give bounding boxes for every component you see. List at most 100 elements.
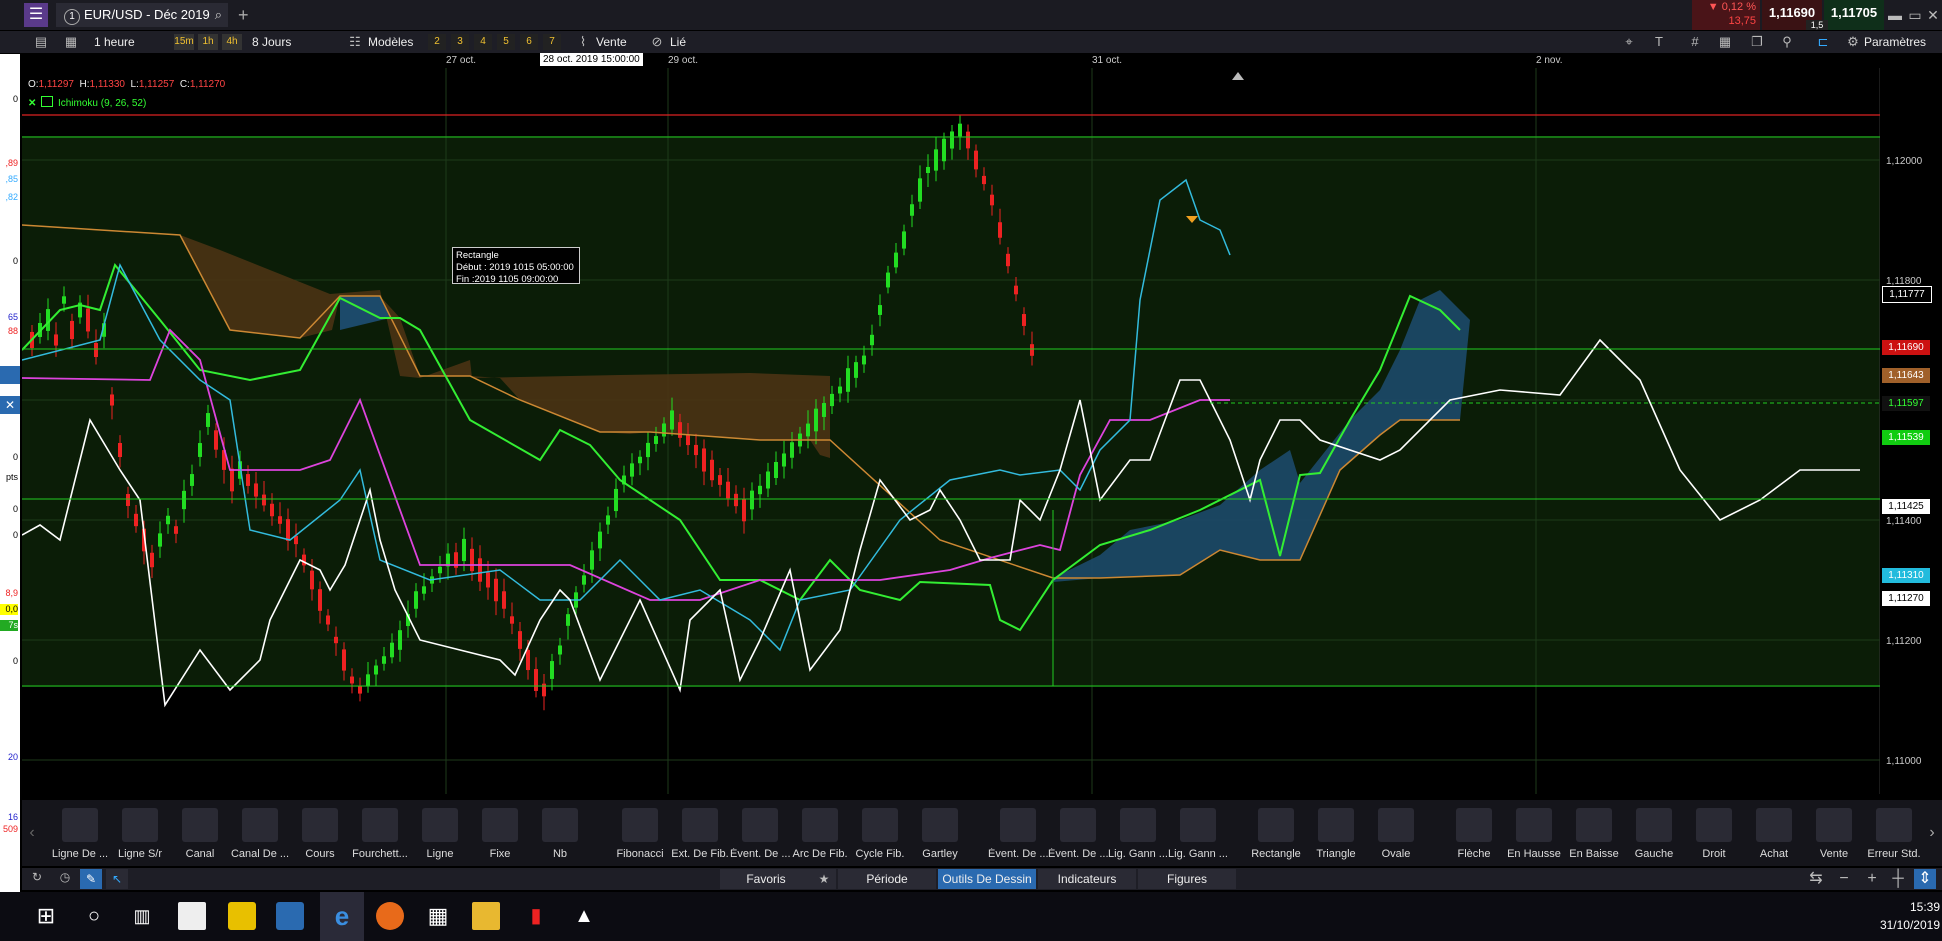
chart-rectangle-drawing[interactable]	[22, 136, 1880, 687]
restore-icon[interactable]: ▭	[1906, 4, 1924, 26]
windows-start-icon[interactable]: ⊞	[32, 902, 60, 930]
search-icon[interactable]: ⌕	[215, 3, 222, 27]
range-select[interactable]: 8 Jours	[252, 33, 332, 51]
tf-15m-button[interactable]: 15m	[174, 34, 194, 50]
tool-left-arrow[interactable]: Gauche	[1624, 800, 1684, 866]
timeframe-select[interactable]: 1 heure	[94, 33, 166, 51]
tool-channel[interactable]: Canal	[170, 800, 230, 866]
hash-grid-icon[interactable]: #	[1684, 33, 1706, 51]
tool-pitchfork[interactable]: Fourchett...	[350, 800, 410, 866]
firefox-icon[interactable]	[376, 902, 404, 930]
layout-4-button[interactable]: 4	[474, 34, 492, 50]
photos-icon[interactable]: ▲	[570, 902, 598, 930]
tool-gann-fan2[interactable]: Évent. De ...	[1048, 800, 1108, 866]
fit-icon[interactable]: ⇆	[1806, 869, 1826, 889]
task-view-icon[interactable]: ▥	[128, 902, 156, 930]
refresh-icon[interactable]: ↻	[28, 870, 46, 888]
calculator-icon[interactable]: ▦	[424, 902, 452, 930]
linked-button[interactable]: Lié	[670, 33, 686, 51]
tool-fib-fan[interactable]: Évent. De ...	[730, 800, 790, 866]
close-icon[interactable]: ✕	[1924, 4, 1942, 26]
sticky-notes-icon[interactable]	[228, 902, 256, 930]
layout-3-button[interactable]: 3	[451, 34, 469, 50]
crosshair-icon[interactable]: ⌖	[1618, 33, 1640, 51]
minimize-icon[interactable]: ▬	[1886, 4, 1904, 26]
tool-gartley[interactable]: Gartley	[910, 800, 970, 866]
tool-text[interactable]: Nb	[530, 800, 590, 866]
tool-buy-arrow[interactable]: Achat	[1744, 800, 1804, 866]
grid-layout-icon[interactable]: ▦	[60, 33, 82, 51]
sell-button[interactable]: Vente	[596, 33, 627, 51]
close-panel-icon[interactable]: ✕	[0, 396, 20, 414]
layout-5-button[interactable]: 5	[497, 34, 515, 50]
tool-line[interactable]: Ligne De ...	[50, 800, 110, 866]
tool-std-error[interactable]: Erreur Std.	[1864, 800, 1924, 866]
layout-icon[interactable]: ▤	[30, 33, 52, 51]
cursor-icon[interactable]: ↖	[106, 869, 128, 889]
tool-down-arrow[interactable]: En Baisse	[1564, 800, 1624, 866]
axis-scale-icon[interactable]: ⇕	[1914, 869, 1936, 889]
tf-4h-button[interactable]: 4h	[222, 34, 242, 50]
remove-indicator-icon[interactable]: ✕	[28, 98, 36, 109]
tool-price[interactable]: Cours	[290, 800, 350, 866]
layout-2-button[interactable]: 2	[428, 34, 446, 50]
tool-right-arrow[interactable]: Droit	[1684, 800, 1744, 866]
pencil-icon[interactable]: ✎	[80, 869, 102, 889]
clock-icon[interactable]: ◷	[56, 870, 74, 888]
tool-sr-line[interactable]: Ligne S/r	[110, 800, 170, 866]
indicator-name[interactable]: Ichimoku (9, 26, 52)	[58, 98, 146, 109]
tool-fibonacci[interactable]: Fibonacci	[610, 800, 670, 866]
tool-triangle[interactable]: Triangle	[1306, 800, 1366, 866]
star-icon[interactable]: ★	[812, 869, 836, 889]
tool-fib-extension[interactable]: Ext. De Fib.	[670, 800, 730, 866]
tool-fib-arc[interactable]: Arc De Fib.	[790, 800, 850, 866]
file-explorer-icon[interactable]	[472, 902, 500, 930]
scroll-left-icon[interactable]: ‹	[22, 800, 42, 866]
tab-figures[interactable]: Figures	[1138, 869, 1236, 889]
tab-periode[interactable]: Période	[838, 869, 936, 889]
tool-fib-cycle[interactable]: Cycle Fib.	[850, 800, 910, 866]
gear-icon[interactable]: ⚙	[1842, 33, 1864, 51]
tab-drawing-tools[interactable]: Outils De Dessin	[938, 869, 1036, 889]
edge-browser-icon[interactable]: e	[328, 902, 356, 930]
layout-6-button[interactable]: 6	[520, 34, 538, 50]
price-chart[interactable]	[22, 68, 1880, 794]
zoom-out-icon[interactable]: −	[1834, 869, 1854, 889]
app-icon[interactable]	[276, 902, 304, 930]
settings-button[interactable]: Paramètres	[1864, 33, 1926, 51]
tf-1h-button[interactable]: 1h	[198, 34, 218, 50]
sell-chart-icon[interactable]: ⌇	[572, 33, 594, 51]
add-tab-icon[interactable]: +	[238, 3, 249, 27]
models-button[interactable]: Modèles	[368, 33, 413, 51]
zoom-in-icon[interactable]: +	[1862, 869, 1882, 889]
windows-icon[interactable]: ❐	[1746, 33, 1768, 51]
hamburger-menu-icon[interactable]: ☰	[24, 3, 48, 27]
scroll-right-icon[interactable]: ›	[1922, 800, 1942, 866]
search-circle-icon[interactable]: ○	[80, 902, 108, 930]
table-icon[interactable]: ▦	[1714, 33, 1736, 51]
tool-gann-line[interactable]: Lig. Gann ...	[1108, 800, 1168, 866]
symbol-tab[interactable]: 1 EUR/USD - Déc 2019 ⌕	[56, 3, 228, 27]
tool-gann-line2[interactable]: Lig. Gann ...	[1168, 800, 1228, 866]
tool-vertical-line[interactable]: Ligne	[410, 800, 470, 866]
text-size-icon[interactable]: T	[1648, 33, 1670, 51]
tab-indicators[interactable]: Indicateurs	[1038, 869, 1136, 889]
link-chart-icon[interactable]: ⊏	[1812, 33, 1834, 51]
magnifier-icon[interactable]	[0, 366, 20, 384]
tool-oval[interactable]: Ovale	[1366, 800, 1426, 866]
tool-arrow[interactable]: Flèche	[1444, 800, 1504, 866]
tool-regression-channel[interactable]: Canal De ...	[230, 800, 290, 866]
tool-up-arrow[interactable]: En Hausse	[1504, 800, 1564, 866]
trading-app-icon[interactable]: ▮	[522, 902, 550, 930]
pin-icon[interactable]: ⚲	[1776, 33, 1798, 51]
crosshair-toggle-icon[interactable]: ┼	[1888, 869, 1908, 889]
tool-fixed-line[interactable]: Fixe	[470, 800, 530, 866]
tool-sell-arrow[interactable]: Vente	[1804, 800, 1864, 866]
tab-favoris[interactable]: Favoris	[720, 869, 812, 889]
layout-7-button[interactable]: 7	[543, 34, 561, 50]
ask-price-button[interactable]: 1,11705	[1824, 0, 1884, 30]
models-icon[interactable]: ☷	[344, 33, 366, 51]
mail-icon[interactable]	[178, 902, 206, 930]
system-clock[interactable]: 15:39 31/10/2019	[1870, 898, 1940, 934]
tool-rectangle[interactable]: Rectangle	[1246, 800, 1306, 866]
